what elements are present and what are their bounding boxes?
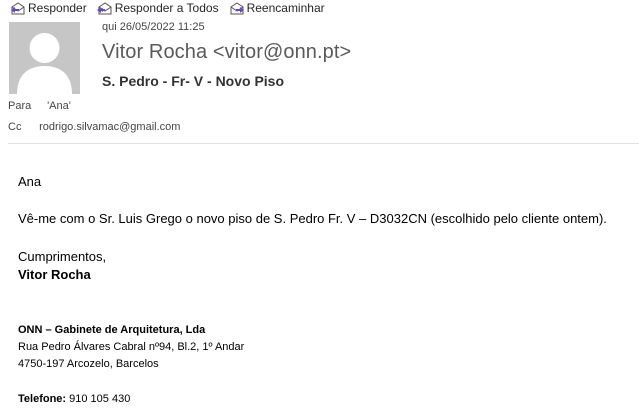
header-divider bbox=[8, 143, 639, 144]
reply-all-button[interactable]: Responder a Todos bbox=[96, 1, 219, 15]
cc-recipient[interactable]: rodrigo.silvamac@gmail.com bbox=[39, 121, 180, 133]
signature-address-line1: Rua Pedro Álvares Cabral nº94, Bl.2, 1º … bbox=[18, 341, 245, 353]
reply-label: Responder bbox=[28, 1, 87, 15]
message-subject: S. Pedro - Fr- V - Novo Piso bbox=[102, 73, 285, 89]
reply-all-icon bbox=[96, 1, 113, 15]
sender-name[interactable]: Vitor Rocha <vitor@onn.pt> bbox=[102, 41, 351, 64]
body-closing: Cumprimentos, bbox=[18, 249, 107, 264]
body-greeting: Ana bbox=[18, 174, 42, 189]
person-icon bbox=[17, 33, 72, 94]
to-row: Para 'Ana' bbox=[8, 100, 71, 112]
signature-company: ONN – Gabinete de Arquitetura, Lda bbox=[18, 324, 206, 336]
reply-button[interactable]: Responder bbox=[10, 1, 87, 15]
body-signer: Vitor Rocha bbox=[18, 267, 91, 282]
signature-address-line2: 4750-197 Arcozelo, Barcelos bbox=[18, 358, 159, 370]
phone-value: 910 105 430 bbox=[69, 393, 131, 405]
cc-label: Cc bbox=[8, 121, 22, 133]
to-label: Para bbox=[8, 100, 32, 112]
body-paragraph: Vê-me com o Sr. Luis Grego o novo piso d… bbox=[18, 211, 607, 226]
to-recipient[interactable]: 'Ana' bbox=[47, 100, 71, 112]
forward-icon bbox=[229, 1, 245, 15]
sender-avatar bbox=[9, 22, 80, 94]
phone-label: Telefone: bbox=[18, 393, 67, 405]
message-datetime: qui 26/05/2022 11:25 bbox=[102, 21, 205, 33]
reading-pane-toolbar: Responder Responder a Todos Reencaminhar bbox=[10, 0, 335, 16]
signature-phone: Telefone: 910 105 430 bbox=[18, 393, 130, 405]
forward-label: Reencaminhar bbox=[246, 1, 325, 15]
reply-icon bbox=[10, 1, 26, 15]
forward-button[interactable]: Reencaminhar bbox=[229, 1, 325, 15]
cc-row: Cc rodrigo.silvamac@gmail.com bbox=[8, 121, 180, 133]
reply-all-label: Responder a Todos bbox=[114, 1, 219, 15]
